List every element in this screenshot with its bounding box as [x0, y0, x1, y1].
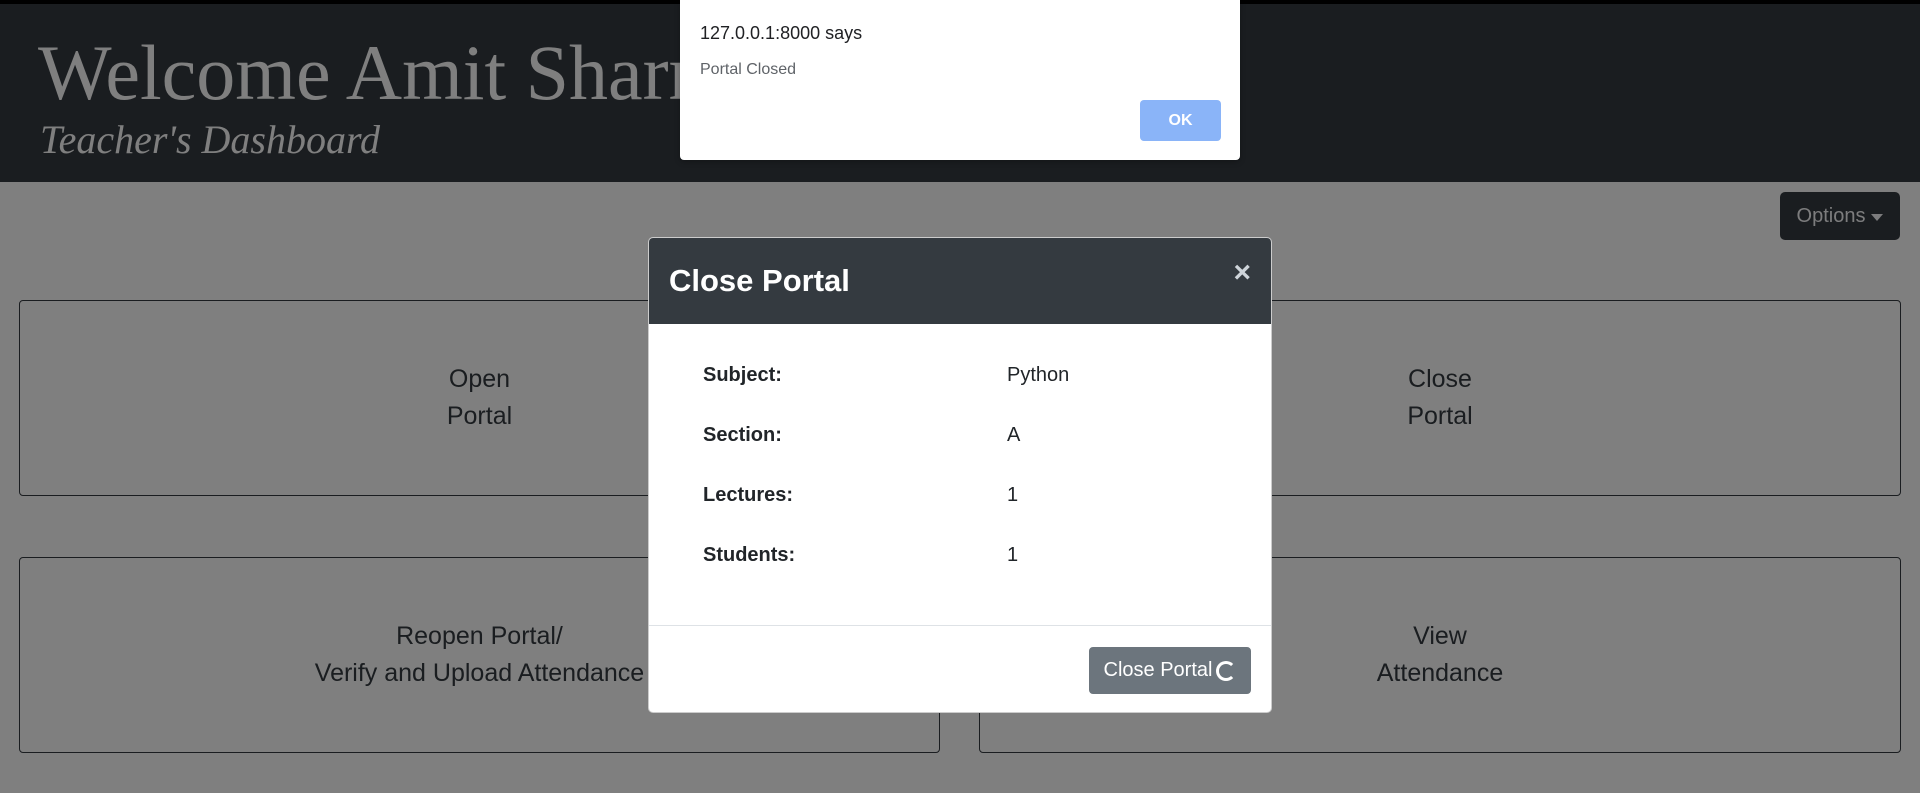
subject-row: Subject: Python [703, 364, 1223, 394]
section-label: Section: [703, 424, 782, 446]
lectures-value: 1 [1007, 484, 1019, 506]
modal-header: Close Portal × [649, 238, 1271, 324]
close-icon[interactable]: × [1233, 258, 1251, 288]
alert-message: Portal Closed [700, 61, 797, 78]
students-label: Students: [703, 544, 796, 566]
lectures-row: Lectures: 1 [703, 484, 1223, 514]
lectures-label: Lectures: [703, 484, 794, 506]
alert-ok-button[interactable]: OK [1140, 100, 1221, 141]
section-row: Section: A [703, 424, 1223, 454]
modal-title: Close Portal [669, 263, 850, 298]
students-row: Students: 1 [703, 544, 1223, 574]
students-value: 1 [1007, 544, 1019, 566]
modal-footer-divider [649, 625, 1271, 626]
subject-label: Subject: [703, 364, 782, 386]
subject-value: Python [1007, 364, 1070, 386]
close-portal-button-label: Close Portal [1103, 659, 1213, 681]
section-value: A [1007, 424, 1021, 446]
close-portal-button[interactable]: Close Portal [1089, 647, 1251, 694]
spinner-icon [1216, 660, 1237, 681]
alert-origin-text: 127.0.0.1:8000 says [700, 23, 863, 43]
browser-alert-dialog: 127.0.0.1:8000 says Portal Closed OK [680, 0, 1240, 160]
close-portal-modal: Close Portal × Subject: Python Section: … [648, 237, 1272, 713]
